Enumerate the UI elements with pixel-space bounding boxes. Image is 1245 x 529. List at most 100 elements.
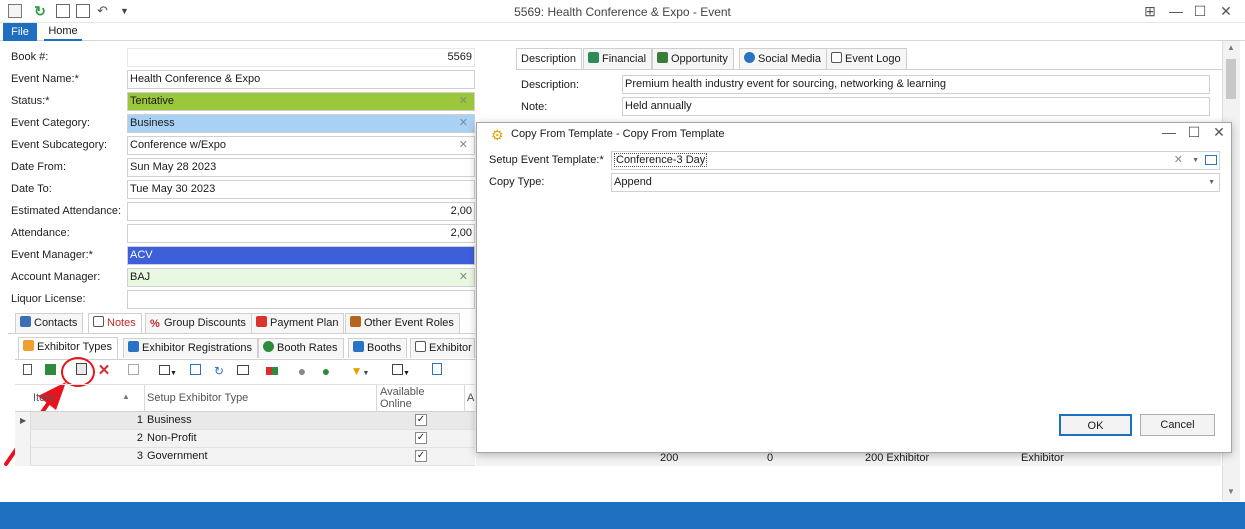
registrations-icon: [128, 341, 139, 352]
copy-from-template-dialog: ⚙ Copy From Template - Copy From Templat…: [476, 122, 1232, 453]
move-up-icon[interactable]: ●: [294, 363, 310, 379]
tab-opportunity[interactable]: Opportunity: [652, 48, 734, 69]
tab-exhibitor-registrations[interactable]: Exhibitor Registrations: [123, 338, 259, 358]
account-manager-field[interactable]: BAJ ✕: [127, 268, 475, 287]
col-item-header[interactable]: Item: [33, 392, 54, 404]
col-setup-type-header[interactable]: Setup Exhibitor Type: [147, 392, 248, 404]
status-bar: [0, 502, 1245, 529]
copy-type-select[interactable]: Append ▼: [611, 173, 1220, 192]
col-divider: [464, 385, 465, 413]
tab-social-media[interactable]: Social Media: [739, 48, 827, 69]
dialog-title: Copy From Template - Copy From Template: [511, 128, 725, 140]
tab-event-logo[interactable]: Event Logo: [826, 48, 907, 69]
account-manager-value: BAJ: [130, 271, 151, 283]
lookup-icon[interactable]: [1205, 155, 1217, 165]
row-indicator-column: ▶: [15, 412, 31, 466]
tab-contacts[interactable]: Contacts: [15, 313, 84, 333]
description-field[interactable]: Premium health industry event for sourci…: [622, 75, 1210, 94]
template-field[interactable]: Conference-3 Day ✕ ▼: [611, 151, 1220, 170]
clear-icon[interactable]: ✕: [459, 137, 468, 154]
cancel-button[interactable]: Cancel: [1140, 414, 1215, 436]
chevron-down-icon[interactable]: ▼: [1208, 174, 1215, 191]
scroll-thumb[interactable]: [1226, 59, 1236, 99]
table-row[interactable]: 2 Non-Profit ✓: [31, 430, 475, 448]
date-from-field[interactable]: Sun May 28 2023: [127, 158, 475, 177]
tab-exhibitor-types[interactable]: Exhibitor Types: [18, 337, 119, 359]
category-value: Business: [130, 117, 175, 129]
status-value: Tentative: [130, 95, 175, 107]
file-tab[interactable]: File: [3, 23, 37, 41]
view-dropdown-icon[interactable]: ▼: [155, 363, 181, 379]
status-field[interactable]: Tentative ✕: [127, 92, 475, 111]
payment-icon: [256, 316, 267, 327]
attendance-label: Attendance:: [11, 227, 70, 239]
tab-group-discounts[interactable]: % Group Discounts: [145, 313, 252, 333]
tab-notes[interactable]: Notes: [88, 313, 142, 333]
scroll-down-icon[interactable]: ▼: [1225, 487, 1237, 496]
restore-icon[interactable]: ⊞: [1140, 2, 1160, 20]
available-online-checkbox[interactable]: ✓: [415, 450, 427, 462]
delete-icon[interactable]: ✕: [96, 363, 112, 379]
cards-icon[interactable]: [264, 363, 280, 379]
event-name-field[interactable]: Health Conference & Expo: [127, 70, 475, 89]
opportunity-icon: [657, 52, 668, 63]
available-online-checkbox[interactable]: ✓: [415, 432, 427, 444]
tab-other-event-roles[interactable]: Other Event Roles: [345, 313, 460, 333]
dialog-minimize-icon[interactable]: —: [1159, 123, 1179, 141]
attendance-field[interactable]: 2,00: [127, 224, 475, 243]
tab-payment-plan[interactable]: Payment Plan: [251, 313, 345, 333]
category-field[interactable]: Business ✕: [127, 114, 475, 133]
event-name-label: Event Name:*: [11, 73, 79, 85]
filter-dropdown-icon[interactable]: ▼▼: [347, 363, 373, 379]
tab-booths[interactable]: Booths: [348, 338, 408, 358]
history-icon[interactable]: ↻: [211, 363, 227, 379]
disabled-tool-icon: [125, 363, 141, 379]
template-value: Conference-3 Day: [614, 153, 708, 167]
tab-financial[interactable]: Financial: [583, 48, 653, 69]
tab-booth-rates[interactable]: Booth Rates: [258, 338, 344, 358]
col-available-online-header[interactable]: Available Online: [380, 386, 428, 410]
export-icon[interactable]: [187, 363, 203, 379]
maximize-icon[interactable]: ☐: [1190, 2, 1210, 20]
preview-icon[interactable]: [429, 363, 445, 379]
tab-description[interactable]: Description: [516, 48, 583, 70]
available-online-checkbox[interactable]: ✓: [415, 414, 427, 426]
date-to-field[interactable]: Tue May 30 2023: [127, 180, 475, 199]
scroll-up-icon[interactable]: ▲: [1225, 43, 1237, 52]
book-field[interactable]: 5569: [127, 48, 475, 67]
col-divider: [144, 385, 145, 413]
status-label: Status:*: [11, 95, 50, 107]
minimize-icon[interactable]: —: [1166, 2, 1186, 20]
event-manager-label: Event Manager:*: [11, 249, 93, 261]
home-tab[interactable]: Home: [44, 23, 82, 41]
tab-exhibitor[interactable]: Exhibitor: [410, 338, 475, 358]
col-a-header[interactable]: A: [467, 392, 474, 404]
category-label: Event Category:: [11, 117, 90, 129]
table-row[interactable]: 1 Business ✓: [31, 412, 475, 430]
ok-button[interactable]: OK: [1059, 414, 1132, 436]
clear-icon[interactable]: ✕: [459, 93, 468, 110]
col-divider: [376, 385, 377, 413]
event-manager-field[interactable]: ACV: [127, 246, 475, 265]
subcategory-value: Conference w/Expo: [130, 139, 226, 151]
note-field[interactable]: Held annually: [622, 97, 1210, 116]
template-label: Setup Event Template:*: [489, 154, 604, 166]
close-icon[interactable]: ✕: [1216, 2, 1236, 20]
subcategory-field[interactable]: Conference w/Expo ✕: [127, 136, 475, 155]
move-down-icon[interactable]: ●: [318, 363, 334, 379]
contacts-icon: [20, 316, 31, 327]
tab-divider: [516, 69, 1222, 70]
chevron-down-icon[interactable]: ▼: [1192, 152, 1199, 169]
clear-icon[interactable]: ✕: [459, 269, 468, 286]
current-row-icon: ▶: [20, 416, 27, 425]
dialog-close-icon[interactable]: ✕: [1209, 123, 1229, 141]
properties-icon[interactable]: [235, 363, 251, 379]
table-row[interactable]: 3 Government ✓: [31, 448, 475, 466]
dialog-maximize-icon[interactable]: ☐: [1184, 123, 1204, 141]
liquor-license-field[interactable]: [127, 290, 475, 309]
ribbon: File Home: [0, 23, 1245, 41]
est-attendance-field[interactable]: 2,00: [127, 202, 475, 221]
layout-dropdown-icon[interactable]: ▼: [386, 363, 416, 379]
clear-icon[interactable]: ✕: [1174, 152, 1183, 169]
clear-icon[interactable]: ✕: [459, 115, 468, 132]
